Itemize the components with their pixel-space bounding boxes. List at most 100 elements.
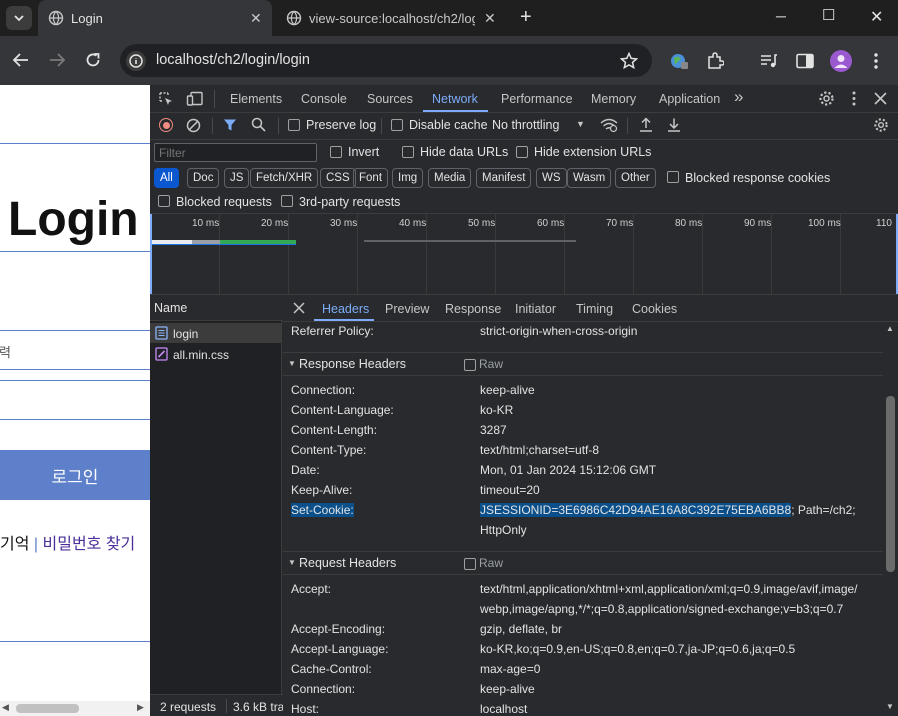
- search-icon[interactable]: [251, 117, 266, 132]
- extensions-puzzle-icon[interactable]: [706, 52, 724, 70]
- filter-input[interactable]: [154, 143, 317, 162]
- record-button[interactable]: [159, 118, 173, 132]
- close-tab-icon[interactable]: ✕: [250, 10, 262, 27]
- tab-performance[interactable]: Performance: [501, 92, 573, 106]
- detail-tab-cookies[interactable]: Cookies: [632, 302, 677, 316]
- type-filter-media[interactable]: Media: [428, 168, 472, 188]
- filter-input-field[interactable]: [155, 144, 316, 161]
- type-filter-fetch-xhr[interactable]: Fetch/XHR: [250, 168, 319, 188]
- request-row-css[interactable]: all.min.css: [150, 344, 282, 364]
- export-har-icon[interactable]: [667, 117, 681, 133]
- back-arrow-icon[interactable]: [12, 52, 30, 68]
- more-tabs-button[interactable]: »: [734, 87, 743, 107]
- vertical-scrollbar[interactable]: ▲ ▼: [883, 322, 898, 716]
- forward-arrow-icon[interactable]: [48, 52, 66, 68]
- remember-link[interactable]: 기억: [0, 536, 29, 553]
- tab-network[interactable]: Network: [432, 92, 478, 106]
- type-filter-wasm[interactable]: Wasm: [567, 168, 612, 188]
- raw-checkbox[interactable]: [464, 359, 476, 371]
- type-filter-other[interactable]: Other: [615, 168, 656, 188]
- scroll-up-arrow[interactable]: ▲: [886, 324, 894, 333]
- request-row-login[interactable]: login: [150, 323, 282, 343]
- type-filter-doc[interactable]: Doc: [187, 168, 220, 188]
- profile-avatar[interactable]: [830, 50, 852, 72]
- clear-icon[interactable]: [186, 118, 201, 133]
- name-column-header[interactable]: Name: [150, 295, 283, 321]
- detail-tab-timing[interactable]: Timing: [576, 302, 613, 316]
- tab-login[interactable]: Login ✕: [38, 0, 272, 36]
- id-input[interactable]: 력: [0, 330, 150, 370]
- tab-console[interactable]: Console: [301, 92, 347, 106]
- close-devtools-icon[interactable]: [874, 92, 887, 105]
- request-headers-section[interactable]: ▼ Request Headers Raw: [283, 551, 883, 575]
- filter-funnel-icon[interactable]: [223, 118, 237, 132]
- detail-tab-preview[interactable]: Preview: [385, 302, 429, 316]
- tab-elements[interactable]: Elements: [230, 92, 282, 106]
- detail-tab-headers[interactable]: Headers: [322, 302, 369, 316]
- tab-view-source[interactable]: view-source:localhost/ch2/logi ✕: [274, 0, 510, 36]
- type-filter-manifest[interactable]: Manifest: [476, 168, 532, 188]
- inspect-element-icon[interactable]: [158, 91, 174, 107]
- type-filter-ws[interactable]: WS: [536, 168, 567, 188]
- close-detail-icon[interactable]: [293, 302, 305, 314]
- third-party-requests-checkbox[interactable]: [281, 195, 293, 207]
- detail-tab-initiator[interactable]: Initiator: [515, 302, 556, 316]
- type-filter-font[interactable]: Font: [353, 168, 389, 188]
- timeline-right-handle[interactable]: [894, 214, 898, 294]
- media-controls-icon[interactable]: [760, 53, 778, 69]
- network-conditions-icon[interactable]: [600, 118, 618, 132]
- tab-memory[interactable]: Memory: [591, 92, 636, 106]
- close-tab-icon[interactable]: ✕: [484, 10, 496, 27]
- scrollbar-thumb[interactable]: [886, 396, 895, 572]
- header-name: Accept:: [291, 582, 332, 596]
- maximize-button[interactable]: ☐: [822, 6, 835, 24]
- minimize-button[interactable]: ─: [776, 8, 786, 24]
- scroll-left-arrow[interactable]: ◀: [2, 702, 9, 713]
- reload-icon[interactable]: [84, 51, 102, 69]
- response-headers-section[interactable]: ▼ Response Headers Raw: [283, 352, 883, 376]
- blocked-requests-checkbox[interactable]: [158, 195, 170, 207]
- type-filter-img[interactable]: Img: [392, 168, 424, 188]
- type-filter-js[interactable]: JS: [224, 168, 250, 188]
- invert-checkbox[interactable]: [330, 146, 342, 158]
- scroll-down-arrow[interactable]: ▼: [886, 702, 894, 711]
- raw-checkbox[interactable]: [464, 558, 476, 570]
- site-info-icon[interactable]: [125, 50, 147, 72]
- timeline-left-handle[interactable]: [150, 214, 154, 294]
- horizontal-scrollbar[interactable]: ◀ ▶: [0, 701, 150, 716]
- tab-application[interactable]: Application: [659, 92, 720, 106]
- tab-search-button[interactable]: [6, 6, 32, 30]
- address-bar[interactable]: localhost/ch2/login/login: [120, 44, 652, 77]
- hide-extension-urls-checkbox[interactable]: [516, 146, 528, 158]
- side-panel-icon[interactable]: [796, 53, 814, 69]
- preserve-log-checkbox[interactable]: [288, 119, 300, 131]
- blocked-response-cookies-checkbox[interactable]: [667, 171, 679, 183]
- scroll-right-arrow[interactable]: ▶: [137, 702, 144, 713]
- hide-data-urls-checkbox[interactable]: [402, 146, 414, 158]
- disable-cache-checkbox[interactable]: [391, 119, 403, 131]
- timeline-tick: 90 ms: [744, 218, 772, 229]
- star-icon[interactable]: [620, 52, 638, 70]
- find-password-link[interactable]: 비밀번호 찾기: [43, 536, 136, 553]
- device-toolbar-icon[interactable]: [186, 91, 204, 107]
- header-value: timeout=20: [480, 483, 540, 497]
- network-settings-gear-icon[interactable]: [873, 117, 889, 133]
- extension-globe-icon[interactable]: [669, 52, 689, 70]
- more-menu-icon[interactable]: [872, 52, 880, 70]
- scrollbar-thumb[interactable]: [16, 704, 79, 713]
- settings-gear-icon[interactable]: [818, 90, 835, 107]
- type-filter-all[interactable]: All: [154, 168, 179, 188]
- tab-sources[interactable]: Sources: [367, 92, 413, 106]
- new-tab-button[interactable]: +: [520, 6, 532, 29]
- password-input[interactable]: [0, 380, 150, 420]
- type-filter-css[interactable]: CSS: [320, 168, 356, 188]
- throttling-select[interactable]: No throttling ▼: [488, 114, 588, 136]
- close-window-button[interactable]: ✕: [870, 7, 883, 27]
- stylesheet-icon: [155, 347, 168, 361]
- devtools-menu-icon[interactable]: [850, 90, 858, 107]
- header-value: ko-KR: [480, 403, 514, 417]
- hide-data-urls-label: Hide data URLs: [420, 145, 509, 159]
- detail-tab-response[interactable]: Response: [445, 302, 501, 316]
- login-button[interactable]: 로그인: [0, 450, 150, 500]
- import-har-icon[interactable]: [639, 117, 653, 133]
